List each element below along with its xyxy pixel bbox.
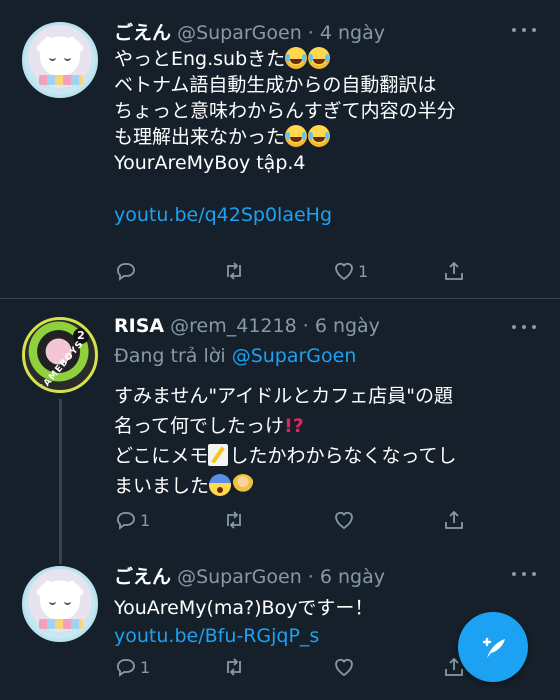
reply-context: Đang trả lời @SuparGoen (114, 343, 544, 369)
reply-button[interactable]: 1 (114, 654, 150, 680)
share-button[interactable] (442, 507, 466, 533)
retweet-button[interactable] (222, 507, 248, 533)
like-button[interactable] (332, 654, 358, 680)
replying-to-label: Đang trả lời (114, 345, 226, 367)
retweet-icon (227, 262, 241, 280)
like-count: 1 (358, 261, 369, 281)
person-emoji-icon (232, 474, 255, 496)
share-button[interactable] (442, 258, 466, 284)
thread-line (59, 399, 62, 564)
display-name[interactable]: RISA (114, 315, 164, 337)
exclamation-question-icon: !? (284, 415, 304, 437)
laughing-emoji-icon (308, 47, 331, 69)
share-icon (445, 261, 463, 280)
text-line: ちょっと意味わからんすぎて内容の半分 (114, 100, 456, 122)
retweet-button[interactable] (222, 654, 248, 680)
laughing-emoji-icon (308, 125, 331, 147)
reply-icon (117, 263, 135, 281)
replying-to-handle[interactable]: @SuparGoen (232, 345, 357, 367)
reply-button[interactable]: 1 (114, 507, 150, 533)
tweet-actions: 1 (114, 654, 494, 680)
like-button[interactable] (332, 507, 358, 533)
reply-icon (117, 659, 135, 677)
text-line: ベトナム語自動生成からの自動翻訳は (114, 74, 437, 96)
tweet-1[interactable]: ごえん @SuparGoen · 4 ngày やっとEng.subきた ベトナ… (0, 0, 560, 298)
text-line: 名って何でしたっけ (114, 415, 285, 437)
text-line: すみません"アイドルとカフェ店員"の題 (114, 385, 453, 407)
reply-count: 1 (140, 510, 151, 530)
text-line: どこにメモ (114, 445, 209, 467)
avatar[interactable] (22, 566, 98, 642)
more-icon[interactable] (512, 26, 538, 34)
fearful-emoji-icon (209, 474, 232, 496)
tweet-text: やっとEng.subきた ベトナム語自動生成からの自動翻訳は ちょっと意味わから… (114, 46, 544, 228)
retweet-icon (227, 658, 241, 676)
handle[interactable]: @rem_41218 (170, 315, 297, 337)
text-line: やっとEng.subきた (114, 48, 286, 70)
tweet-text: すみません"アイドルとカフェ店員"の題 名って何でしたっけ!? どこにメモ したか… (114, 381, 544, 501)
like-icon (335, 262, 353, 281)
retweet-icon (227, 511, 241, 529)
compose-tweet-button[interactable] (458, 612, 528, 682)
text-line: まいました (114, 475, 210, 497)
text-line: も理解出来なかった (114, 126, 286, 148)
display-name[interactable]: ごえん (114, 22, 171, 44)
text-line: YourAreMyBoy tập.4 (114, 152, 306, 174)
share-icon (445, 510, 463, 529)
like-icon (335, 658, 353, 677)
handle[interactable]: @SuparGoen (177, 566, 302, 588)
reply-button[interactable] (114, 258, 140, 284)
timestamp[interactable]: 4 ngày (320, 22, 385, 44)
more-icon[interactable] (512, 570, 538, 578)
more-icon[interactable] (512, 323, 538, 331)
like-button[interactable]: 1 (332, 258, 368, 284)
tweet-header: RISA @rem_41218 · 6 ngày (114, 315, 380, 337)
reply-count: 1 (140, 657, 151, 677)
avatar[interactable]: 2 GAMEBOYS (22, 317, 98, 393)
avatar-ring-text: GAMEBOYS (36, 339, 86, 393)
reply-icon (117, 512, 135, 530)
timestamp[interactable]: 6 ngày (315, 315, 380, 337)
tweet-link[interactable]: youtu.be/q42Sp0laeHg (114, 202, 544, 228)
like-icon (335, 511, 353, 530)
tweet-2[interactable]: 2 GAMEBOYS RISA @rem_41218 · 6 ngày Đang… (0, 299, 560, 564)
text-line: したかわからなくなってし (229, 445, 457, 467)
tweet-header: ごえん @SuparGoen · 4 ngày (114, 22, 386, 44)
tweet-actions: 1 (114, 507, 494, 533)
tweet-actions: 1 (114, 258, 494, 284)
laughing-emoji-icon (285, 47, 308, 69)
handle[interactable]: @SuparGoen (177, 22, 302, 44)
memo-emoji-icon (208, 444, 229, 466)
compose-icon (482, 637, 505, 658)
timestamp[interactable]: 6 ngày (320, 566, 385, 588)
retweet-button[interactable] (222, 258, 248, 284)
avatar[interactable] (22, 22, 98, 98)
tweet-header: ごえん @SuparGoen · 6 ngày (114, 566, 386, 588)
display-name[interactable]: ごえん (114, 566, 171, 588)
laughing-emoji-icon (285, 125, 308, 147)
